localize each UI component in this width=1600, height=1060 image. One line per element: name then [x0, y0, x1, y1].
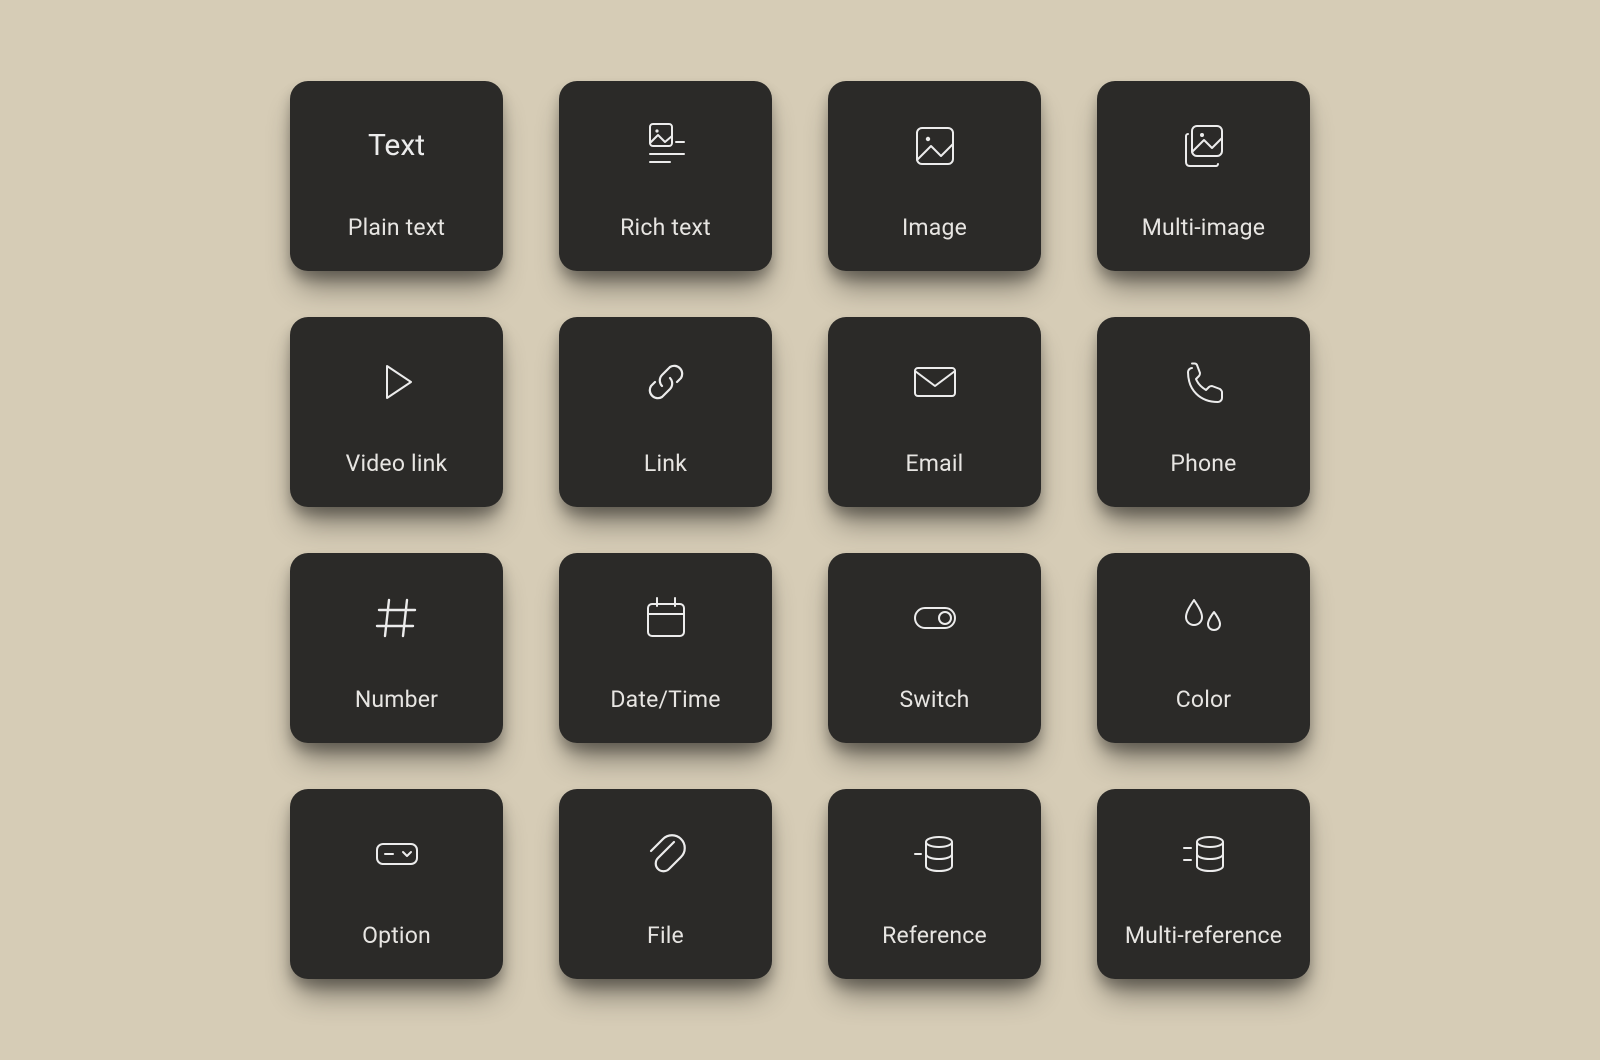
tile-email[interactable]: Email — [828, 317, 1041, 507]
database-ref-icon — [909, 828, 961, 880]
tile-label: Color — [1176, 686, 1232, 713]
play-icon — [371, 356, 423, 408]
tile-label: Rich text — [620, 214, 711, 241]
link-icon — [640, 356, 692, 408]
database-multi-ref-icon — [1178, 828, 1230, 880]
tile-label: File — [647, 922, 684, 949]
toggle-icon — [909, 592, 961, 644]
tile-video-link[interactable]: Video link — [290, 317, 503, 507]
tile-label: Switch — [900, 686, 970, 713]
calendar-icon — [640, 592, 692, 644]
tile-switch[interactable]: Switch — [828, 553, 1041, 743]
tile-label: Date/Time — [610, 686, 720, 713]
tile-image[interactable]: Image — [828, 81, 1041, 271]
tile-label: Image — [902, 214, 967, 241]
tile-color[interactable]: Color — [1097, 553, 1310, 743]
phone-icon — [1178, 356, 1230, 408]
image-icon — [909, 120, 961, 172]
tile-label: Link — [644, 450, 687, 477]
tile-label: Number — [355, 686, 438, 713]
tile-label: Multi-image — [1142, 214, 1265, 241]
tile-phone[interactable]: Phone — [1097, 317, 1310, 507]
tile-label: Option — [362, 922, 431, 949]
tile-label: Reference — [882, 922, 987, 949]
tile-multi-reference[interactable]: Multi-reference — [1097, 789, 1310, 979]
tile-label: Phone — [1170, 450, 1236, 477]
field-type-grid: Text Plain text Rich text Image — [290, 81, 1310, 979]
tile-plain-text[interactable]: Text Plain text — [290, 81, 503, 271]
tile-label: Email — [906, 450, 964, 477]
tile-date-time[interactable]: Date/Time — [559, 553, 772, 743]
rich-text-icon — [640, 120, 692, 172]
tile-label: Multi-reference — [1125, 922, 1282, 949]
tile-rich-text[interactable]: Rich text — [559, 81, 772, 271]
paperclip-icon — [640, 828, 692, 880]
tile-reference[interactable]: Reference — [828, 789, 1041, 979]
tile-label: Video link — [346, 450, 448, 477]
droplets-icon — [1178, 592, 1230, 644]
mail-icon — [909, 356, 961, 408]
option-icon — [371, 828, 423, 880]
multi-image-icon — [1178, 120, 1230, 172]
tile-link[interactable]: Link — [559, 317, 772, 507]
tile-number[interactable]: Number — [290, 553, 503, 743]
tile-multi-image[interactable]: Multi-image — [1097, 81, 1310, 271]
tile-label: Plain text — [348, 214, 445, 241]
hash-icon — [371, 592, 423, 644]
tile-option[interactable]: Option — [290, 789, 503, 979]
text-icon: Text — [371, 120, 423, 172]
tile-file[interactable]: File — [559, 789, 772, 979]
